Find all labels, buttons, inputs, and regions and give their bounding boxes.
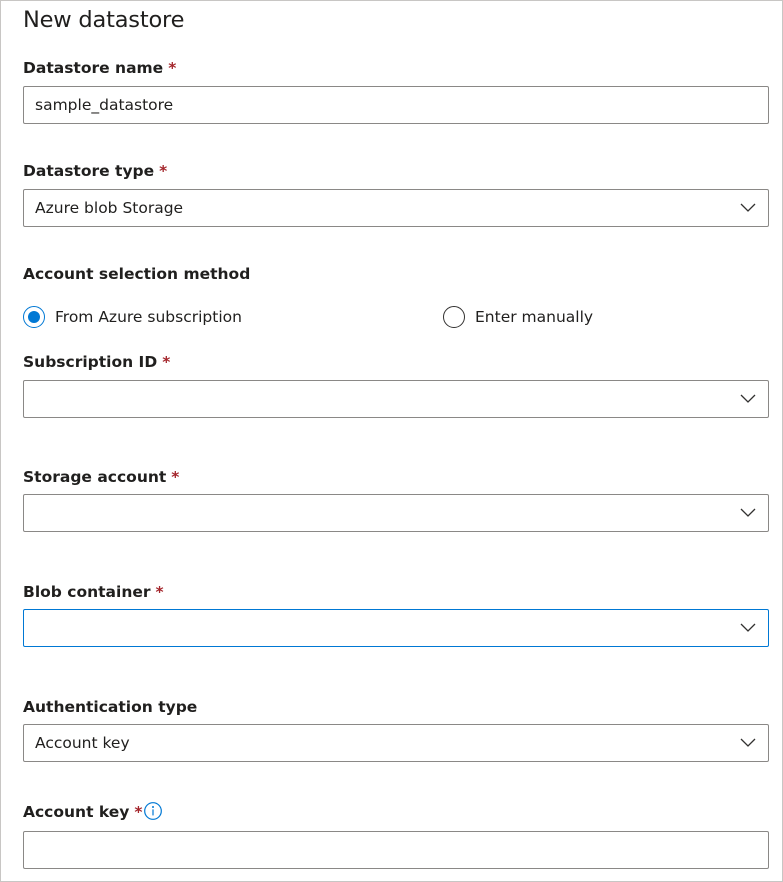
radio-checked-icon[interactable] [23, 306, 45, 328]
chevron-down-icon[interactable] [728, 610, 768, 646]
blob-container-label: Blob container * [23, 583, 164, 601]
subscription-id-label-text: Subscription ID [23, 353, 158, 371]
datastore-name-value[interactable]: sample_datastore [24, 96, 768, 114]
storage-account-label-text: Storage account [23, 468, 167, 486]
required-asterisk: * [159, 162, 168, 180]
required-asterisk: * [134, 803, 143, 821]
info-icon[interactable] [143, 801, 163, 821]
required-asterisk: * [168, 59, 177, 77]
datastore-name-input[interactable]: sample_datastore [23, 86, 769, 124]
chevron-down-icon[interactable] [728, 381, 768, 417]
datastore-type-value: Azure blob Storage [35, 199, 184, 217]
authentication-type-value: Account key [35, 734, 130, 752]
required-asterisk: * [162, 353, 171, 371]
blob-container-dropdown[interactable] [23, 609, 769, 647]
required-asterisk: * [171, 468, 180, 486]
datastore-name-label-text: Datastore name [23, 59, 164, 77]
radio-enter-manually-label: Enter manually [475, 308, 594, 326]
datastore-type-label: Datastore type * [23, 162, 167, 180]
account-key-label: Account key * [23, 803, 143, 821]
storage-account-label: Storage account * [23, 468, 179, 486]
radio-unchecked-icon[interactable] [443, 306, 465, 328]
chevron-down-icon[interactable] [728, 495, 768, 531]
account-selection-label: Account selection method [23, 265, 251, 283]
account-key-label-text: Account key [23, 803, 130, 821]
authentication-type-label: Authentication type [23, 698, 198, 716]
blob-container-label-text: Blob container [23, 583, 151, 601]
required-asterisk: * [155, 583, 164, 601]
storage-account-dropdown[interactable] [23, 494, 769, 532]
radio-from-azure-subscription[interactable]: From Azure subscription [23, 306, 242, 328]
datastore-name-label: Datastore name * [23, 59, 176, 77]
new-datastore-panel: New datastore Datastore name * sample_dat… [0, 0, 783, 882]
authentication-type-dropdown[interactable]: Account key [23, 724, 769, 762]
account-key-input[interactable] [23, 831, 769, 869]
chevron-down-icon[interactable] [728, 725, 768, 761]
chevron-down-icon[interactable] [728, 190, 768, 226]
subscription-id-label: Subscription ID * [23, 353, 170, 371]
datastore-type-dropdown[interactable]: Azure blob Storage [23, 189, 769, 227]
page-title: New datastore [23, 7, 185, 33]
radio-enter-manually[interactable]: Enter manually [443, 306, 593, 328]
radio-from-azure-subscription-label: From Azure subscription [55, 308, 242, 326]
datastore-type-label-text: Datastore type [23, 162, 155, 180]
subscription-id-dropdown[interactable] [23, 380, 769, 418]
